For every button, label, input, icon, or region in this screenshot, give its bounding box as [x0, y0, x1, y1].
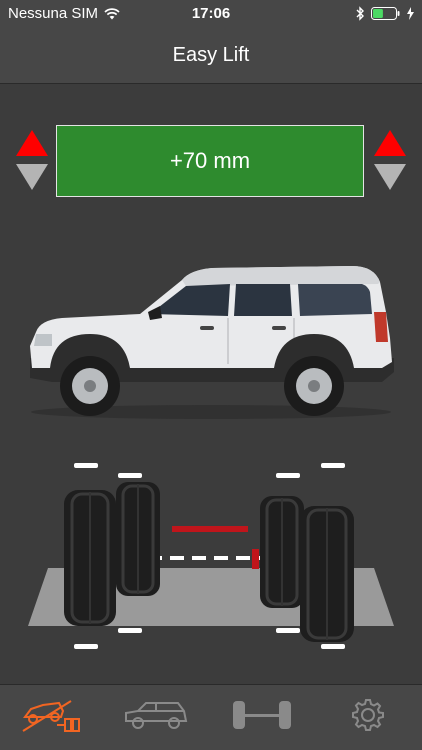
- lift-height-value: +70 mm: [169, 148, 251, 173]
- status-right: [356, 6, 414, 21]
- left-up-arrow-button[interactable]: [15, 129, 49, 157]
- navigation-bar: Easy Lift: [0, 28, 422, 84]
- settings-gear-icon: [352, 699, 384, 731]
- vehicle-icon: [125, 702, 188, 729]
- tab-settings[interactable]: [328, 687, 408, 743]
- right-up-arrow-button[interactable]: [373, 129, 407, 157]
- battery-icon: [371, 7, 400, 20]
- axle-alignment-diagram: [28, 463, 394, 649]
- tab-easy-lift[interactable]: [12, 687, 92, 743]
- axle-icon: [233, 701, 291, 729]
- status-bar: Nessuna SIM 17:06: [0, 0, 422, 28]
- bluetooth-icon: [356, 6, 364, 21]
- arrow-down-icon: [16, 164, 48, 190]
- left-down-arrow-button[interactable]: [15, 163, 49, 191]
- lift-height-display[interactable]: +70 mm: [56, 125, 364, 197]
- arrow-up-icon: [374, 130, 406, 156]
- page-title: Easy Lift: [172, 44, 250, 66]
- arrow-down-icon: [374, 164, 406, 190]
- arrow-up-icon: [16, 130, 48, 156]
- tab-vehicle[interactable]: [116, 687, 196, 743]
- vehicle-lift-icon: [22, 700, 80, 732]
- tab-axle[interactable]: [222, 687, 302, 743]
- vehicle-side-view: [30, 266, 394, 419]
- tab-bar: [0, 684, 422, 750]
- right-down-arrow-button[interactable]: [373, 163, 407, 191]
- charging-bolt-icon: [407, 7, 414, 20]
